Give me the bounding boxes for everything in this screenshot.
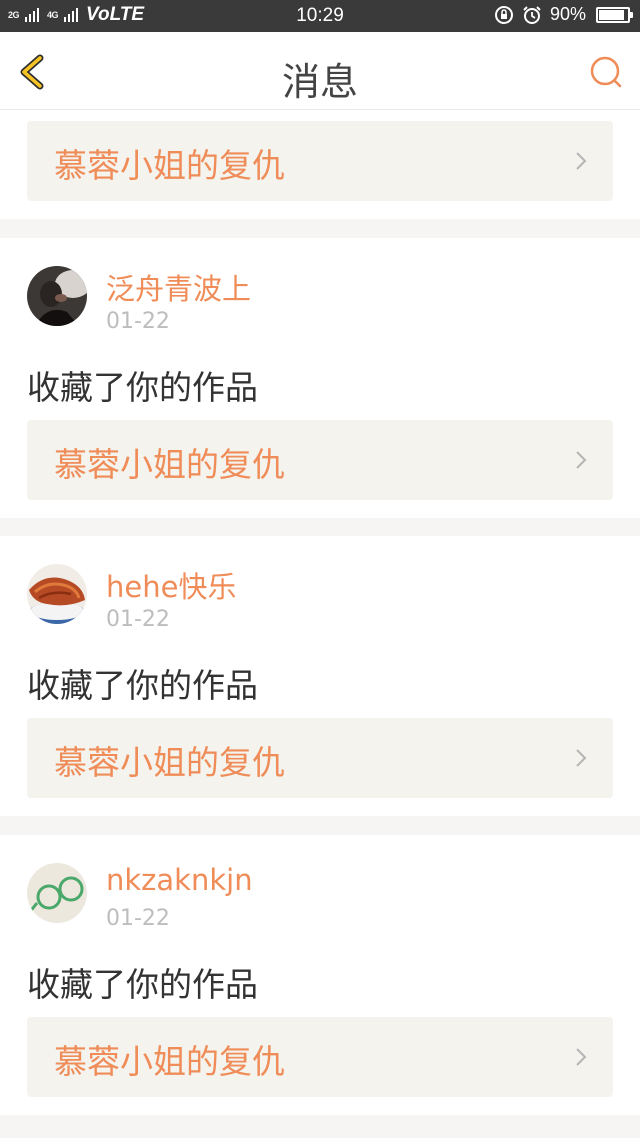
chevron-right-icon bbox=[576, 749, 587, 767]
battery-level bbox=[599, 9, 624, 20]
message-card: 慕蓉小姐的复仇 bbox=[0, 110, 640, 219]
work-link[interactable]: 慕蓉小姐的复仇 bbox=[27, 121, 613, 201]
page-title: 消息 bbox=[281, 60, 358, 104]
alarm-icon bbox=[523, 5, 541, 24]
avatar-image bbox=[27, 266, 87, 326]
username[interactable]: hehe快乐 bbox=[106, 564, 236, 606]
action-text: 收藏了你的作品 bbox=[27, 368, 258, 407]
battery-icon bbox=[596, 6, 633, 23]
search-button[interactable] bbox=[588, 54, 624, 90]
action-text: 收藏了你的作品 bbox=[27, 965, 258, 1004]
chevron-right-icon bbox=[576, 1048, 587, 1066]
status-right: 90% bbox=[494, 4, 633, 25]
user-avatar[interactable] bbox=[27, 863, 87, 923]
avatar-image bbox=[27, 564, 87, 624]
user-avatar[interactable] bbox=[27, 266, 87, 326]
message-card: hehe快乐 01-22 收藏了你的作品 慕蓉小姐的复仇 bbox=[0, 536, 640, 816]
work-title: 慕蓉小姐的复仇 bbox=[54, 146, 285, 185]
message-date: 01-22 bbox=[106, 309, 170, 334]
action-text: 收藏了你的作品 bbox=[27, 666, 258, 705]
status-bar: 2G 4G VoLTE 10:29 90% bbox=[0, 0, 640, 32]
message-date: 01-22 bbox=[106, 607, 170, 632]
chevron-right-icon bbox=[576, 451, 587, 469]
user-avatar[interactable] bbox=[27, 564, 87, 624]
battery-percent: 90% bbox=[549, 4, 586, 24]
username[interactable]: 泛舟青波上 bbox=[106, 266, 251, 308]
message-card: nkzaknkjn 01-22 收藏了你的作品 慕蓉小姐的复仇 bbox=[0, 835, 640, 1115]
work-title: 慕蓉小姐的复仇 bbox=[54, 1042, 285, 1081]
work-link[interactable]: 慕蓉小姐的复仇 bbox=[27, 718, 613, 798]
message-card: 泛舟青波上 01-22 收藏了你的作品 慕蓉小姐的复仇 bbox=[0, 238, 640, 518]
work-title: 慕蓉小姐的复仇 bbox=[54, 445, 285, 484]
work-link[interactable]: 慕蓉小姐的复仇 bbox=[27, 1017, 613, 1097]
work-link[interactable]: 慕蓉小姐的复仇 bbox=[27, 420, 613, 500]
rotation-lock-icon bbox=[494, 5, 513, 24]
avatar-image bbox=[27, 863, 87, 923]
chevron-right-icon bbox=[576, 152, 587, 170]
work-title: 慕蓉小姐的复仇 bbox=[54, 743, 285, 782]
nav-header: 消息 bbox=[0, 32, 640, 110]
username[interactable]: nkzaknkjn bbox=[106, 863, 253, 897]
message-date: 01-22 bbox=[106, 906, 170, 931]
